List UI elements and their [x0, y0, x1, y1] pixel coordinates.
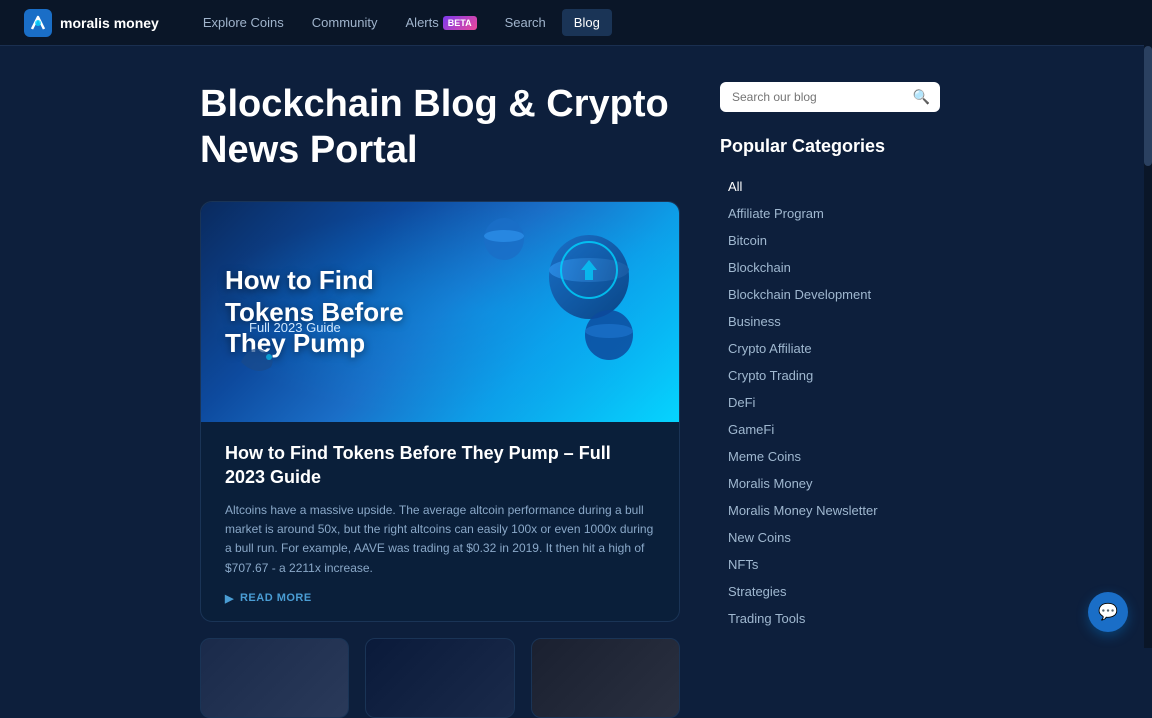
creature-decoration	[231, 332, 281, 372]
category-item[interactable]: Crypto Trading	[720, 362, 940, 389]
scrollbar-track	[1144, 0, 1152, 648]
category-item[interactable]: DeFi	[720, 389, 940, 416]
mini-card-2[interactable]	[365, 638, 514, 718]
nav-search[interactable]: Search	[493, 9, 558, 36]
beta-badge: BETA	[443, 16, 477, 30]
category-item[interactable]: Moralis Money Newsletter	[720, 497, 940, 524]
left-column: Blockchain Blog & Crypto News Portal How…	[200, 82, 680, 718]
bottom-cards-row	[200, 638, 680, 718]
nav-alerts[interactable]: AlertsBETA	[394, 9, 489, 36]
right-sidebar: 🔍 Popular Categories AllAffiliate Progra…	[720, 82, 940, 718]
chat-icon: 💬	[1098, 602, 1118, 622]
nav-blog[interactable]: Blog	[562, 9, 612, 36]
nav-links: Explore Coins Community AlertsBETA Searc…	[191, 14, 612, 32]
logo-text: moralis money	[60, 15, 159, 31]
category-item[interactable]: Crypto Affiliate	[720, 335, 940, 362]
category-item[interactable]: Business	[720, 308, 940, 335]
scrollbar-thumb[interactable]	[1144, 46, 1152, 166]
category-item[interactable]: Strategies	[720, 578, 940, 605]
featured-image: How to Find Tokens Before They Pump Full…	[201, 202, 679, 422]
category-item[interactable]: All	[720, 173, 940, 200]
categories-title: Popular Categories	[720, 136, 940, 157]
search-input[interactable]	[720, 82, 940, 112]
navbar: moralis money Explore Coins Community Al…	[0, 0, 1152, 46]
coin-decoration	[539, 222, 639, 327]
category-list: AllAffiliate ProgramBitcoinBlockchainBlo…	[720, 173, 940, 632]
category-item[interactable]: Trading Tools	[720, 605, 940, 632]
category-item[interactable]: Affiliate Program	[720, 200, 940, 227]
category-item[interactable]: Meme Coins	[720, 443, 940, 470]
category-item[interactable]: Blockchain	[720, 254, 940, 281]
chat-bubble-button[interactable]: 💬	[1088, 592, 1128, 632]
category-item[interactable]: GameFi	[720, 416, 940, 443]
category-item[interactable]: Bitcoin	[720, 227, 940, 254]
read-more-link[interactable]: ▶ READ MORE	[225, 592, 655, 605]
featured-article-title: How to Find Tokens Before They Pump – Fu…	[225, 442, 655, 489]
featured-body: How to Find Tokens Before They Pump – Fu…	[201, 422, 679, 621]
main-content: Blockchain Blog & Crypto News Portal How…	[0, 46, 1152, 718]
nav-explore-coins[interactable]: Explore Coins	[191, 9, 296, 36]
category-item[interactable]: Moralis Money	[720, 470, 940, 497]
mini-card-1[interactable]	[200, 638, 349, 718]
mini-card-3[interactable]	[531, 638, 680, 718]
read-more-arrow: ▶	[225, 592, 234, 605]
logo[interactable]: moralis money	[24, 9, 159, 37]
search-icon: 🔍	[913, 89, 930, 106]
featured-article-card[interactable]: How to Find Tokens Before They Pump Full…	[200, 201, 680, 622]
category-item[interactable]: New Coins	[720, 524, 940, 551]
category-item[interactable]: Blockchain Development	[720, 281, 940, 308]
featured-excerpt: Altcoins have a massive upside. The aver…	[225, 501, 655, 578]
search-box: 🔍	[720, 82, 940, 112]
nav-community[interactable]: Community	[300, 9, 390, 36]
page-title: Blockchain Blog & Crypto News Portal	[200, 82, 680, 173]
category-item[interactable]: NFTs	[720, 551, 940, 578]
